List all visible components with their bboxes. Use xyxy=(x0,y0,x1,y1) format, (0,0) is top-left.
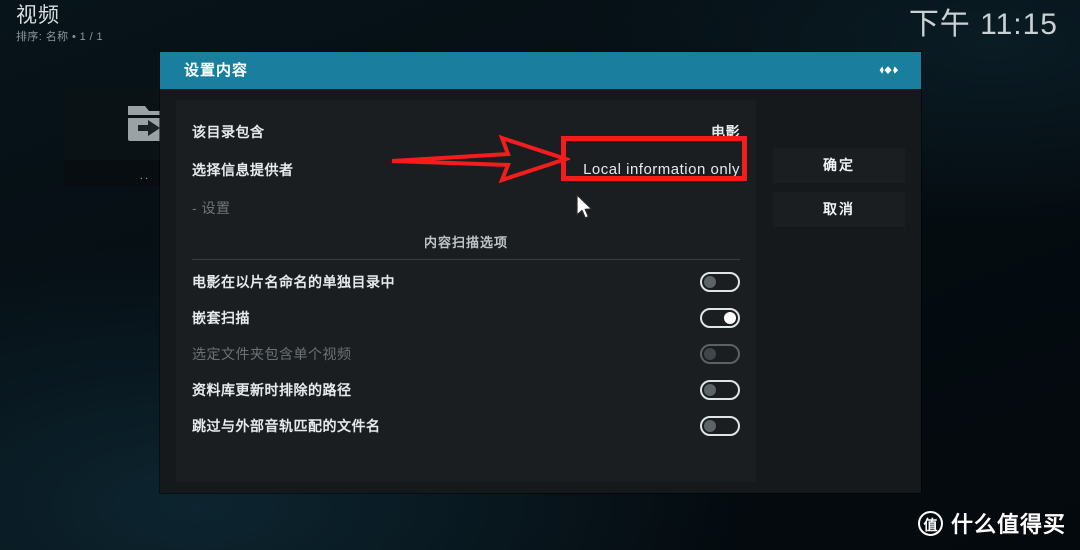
toggle-label: 跳过与外部音轨匹配的文件名 xyxy=(192,418,381,434)
row-content-type[interactable]: 该目录包含 电影 xyxy=(192,114,740,150)
background-window-header: 视频 排序: 名称 • 1 / 1 xyxy=(16,4,103,45)
watermark: 值 什么值得买 xyxy=(917,508,1066,538)
settings-panel: 该目录包含 电影 选择信息提供者 Local information only … xyxy=(176,100,756,482)
toggle-row-exclude-path[interactable]: 资料库更新时排除的路径 xyxy=(192,372,740,408)
kodi-logo xyxy=(879,66,899,74)
row-scraper[interactable]: 选择信息提供者 Local information only xyxy=(192,152,740,188)
row-scraper-label: 选择信息提供者 xyxy=(192,162,294,178)
toggle-row-movies-in-separate-folders[interactable]: 电影在以片名命名的单独目录中 xyxy=(192,264,740,300)
section-heading-scan-options: 内容扫描选项 xyxy=(423,235,508,250)
toggle-row-single-video-folder: 选定文件夹包含单个视频 xyxy=(192,336,740,372)
row-scraper-value[interactable]: Local information only xyxy=(583,152,740,188)
row-scraper-settings: - 设置 xyxy=(192,190,740,226)
ok-button[interactable]: 确定 xyxy=(773,148,905,183)
dialog-titlebar: 设置内容 xyxy=(160,52,921,89)
toggle-switch-exclude-path[interactable] xyxy=(700,380,740,400)
cancel-button[interactable]: 取消 xyxy=(773,192,905,227)
row-content-type-value: 电影 xyxy=(711,124,740,140)
toggle-switch-single-video-folder xyxy=(700,344,740,364)
toggle-knob xyxy=(704,384,716,396)
kodi-screen: 视频 排序: 名称 • 1 / 1 下午 11:15 .. 设置内容 该目录包含… xyxy=(0,0,1080,550)
toggle-label: 嵌套扫描 xyxy=(192,310,250,326)
clock: 下午 11:15 xyxy=(908,8,1058,41)
dialog-title: 设置内容 xyxy=(184,62,249,79)
toggle-label: 选定文件夹包含单个视频 xyxy=(192,346,352,362)
toggle-knob xyxy=(724,312,736,324)
toggle-row-skip-audio-matched[interactable]: 跳过与外部音轨匹配的文件名 xyxy=(192,408,740,444)
toggle-label: 电影在以片名命名的单独目录中 xyxy=(192,274,395,290)
toggle-switch-skip-audio-matched[interactable] xyxy=(700,416,740,436)
row-content-type-label: 该目录包含 xyxy=(192,124,265,140)
watermark-badge: 值 xyxy=(917,510,943,536)
watermark-text: 什么值得买 xyxy=(950,512,1066,537)
toggle-knob xyxy=(704,348,716,360)
row-scraper-settings-label: - 设置 xyxy=(192,200,231,216)
settings-panel-inner: 该目录包含 电影 选择信息提供者 Local information only … xyxy=(176,100,756,482)
toggle-row-recursive-scan[interactable]: 嵌套扫描 xyxy=(192,300,740,336)
sort-status: 排序: 名称 • 1 / 1 xyxy=(16,31,104,43)
dialog-body: 该目录包含 电影 选择信息提供者 Local information only … xyxy=(160,89,921,493)
toggle-switch-movies-in-separate-folders[interactable] xyxy=(700,272,740,292)
set-content-dialog: 设置内容 该目录包含 电影 选择信息提供者 Local information … xyxy=(160,52,921,493)
toggle-knob xyxy=(704,420,716,432)
toggle-switch-recursive-scan[interactable] xyxy=(700,308,740,328)
toggle-knob xyxy=(704,276,716,288)
section-divider xyxy=(192,259,740,260)
page-title: 视频 xyxy=(16,4,60,27)
toggle-label: 资料库更新时排除的路径 xyxy=(192,382,352,398)
